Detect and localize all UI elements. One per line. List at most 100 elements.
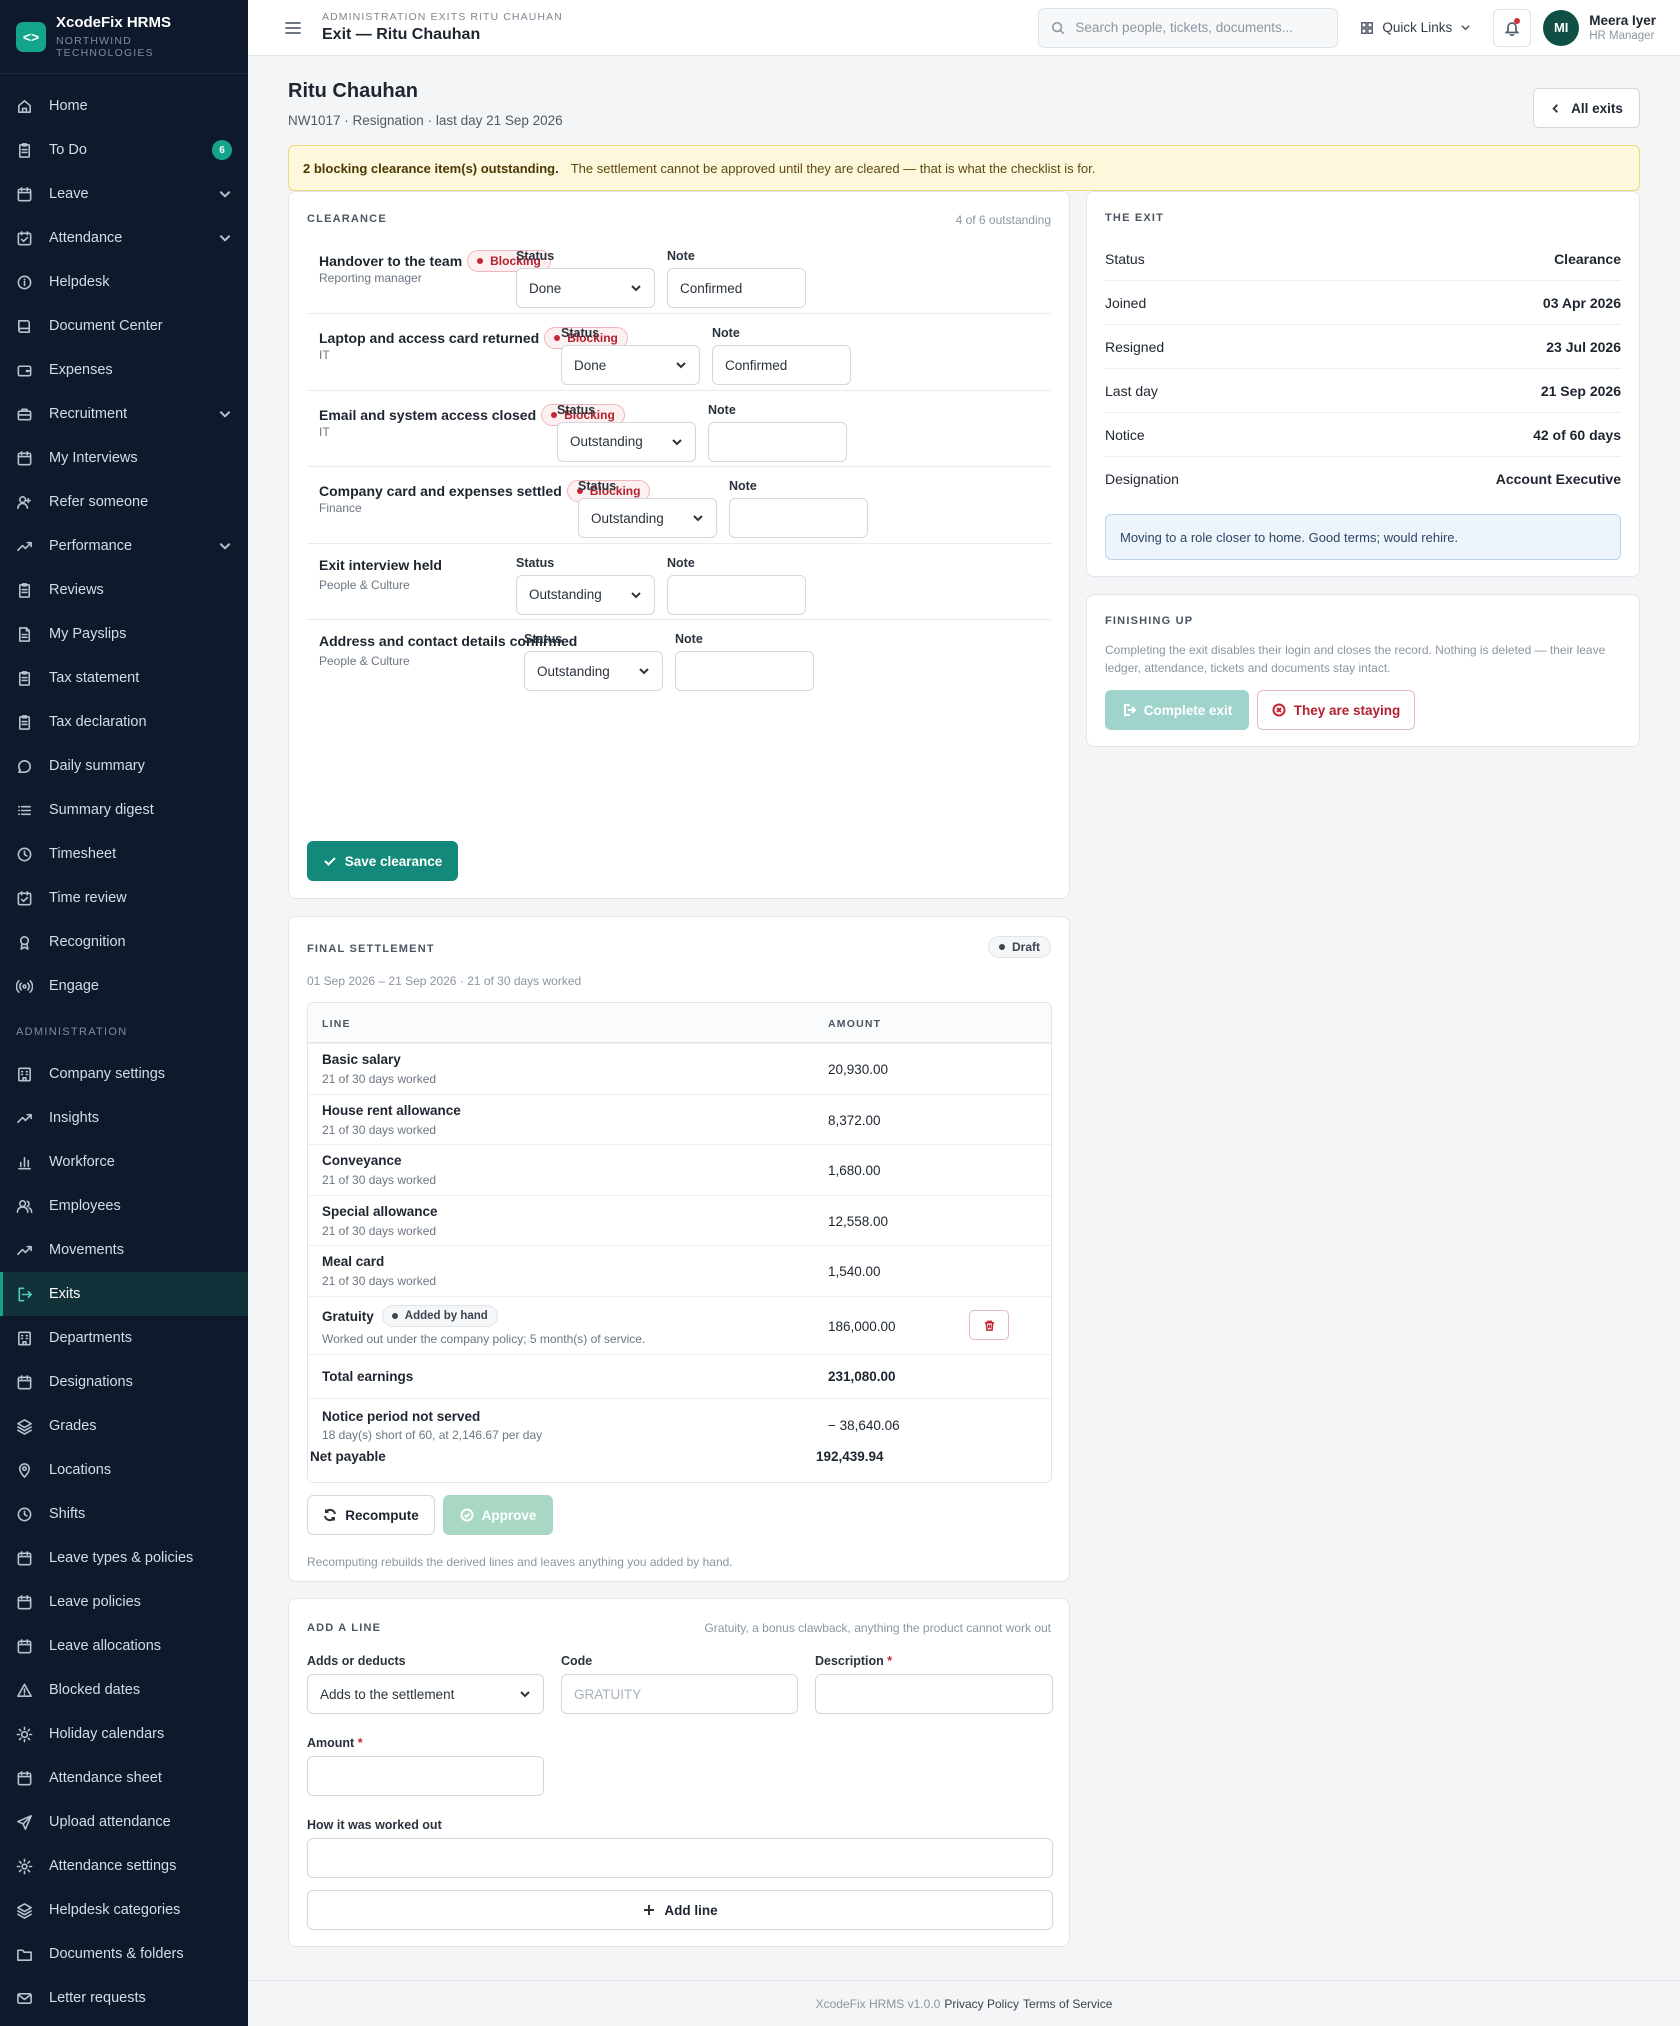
- clearance-item: Address and contact details confirmed Peo…: [307, 619, 1051, 695]
- notifications-button[interactable]: [1493, 8, 1532, 47]
- sidebar-item-label: My Payslips: [49, 626, 127, 642]
- sidebar-item-recognition[interactable]: Recognition: [0, 920, 248, 964]
- add-line-button[interactable]: Add line: [307, 1890, 1053, 1930]
- sidebar-item-locations[interactable]: Locations: [0, 1448, 248, 1492]
- sidebar-item-attendance-sheet[interactable]: Attendance sheet: [0, 1756, 248, 1800]
- recompute-button[interactable]: Recompute: [307, 1495, 435, 1535]
- sidebar-item-upload-attendance[interactable]: Upload attendance: [0, 1800, 248, 1844]
- sidebar-item-documents-folders[interactable]: Documents & folders: [0, 1932, 248, 1976]
- terms-link[interactable]: Terms of Service: [1023, 1997, 1112, 2011]
- sidebar-item-attendance[interactable]: Attendance: [0, 216, 248, 260]
- required-marker: *: [887, 1654, 893, 1668]
- clearance-card: CLEARANCE 4 of 6 outstanding Handover to…: [288, 191, 1070, 899]
- sidebar-item-workforce[interactable]: Workforce: [0, 1140, 248, 1184]
- finishing-title: FINISHING UP: [1105, 615, 1194, 627]
- sidebar-item-helpdesk-categories[interactable]: Helpdesk categories: [0, 1888, 248, 1932]
- code-input[interactable]: GRATUITY: [561, 1674, 798, 1714]
- notice-amount: − 38,640.06: [828, 1418, 900, 1433]
- status-select[interactable]: Done: [516, 268, 655, 308]
- amount-input[interactable]: [307, 1756, 544, 1796]
- user-name: Meera Iyer: [1589, 13, 1656, 28]
- note-value: Confirmed: [680, 280, 743, 296]
- clearance-item-owner: Finance: [319, 501, 362, 516]
- sidebar-item-document-center[interactable]: Document Center: [0, 304, 248, 348]
- exit-info-row: Joined 03 Apr 2026: [1105, 281, 1621, 325]
- sidebar-item-daily-summary[interactable]: Daily summary: [0, 744, 248, 788]
- note-input[interactable]: [708, 421, 847, 462]
- note-input[interactable]: [667, 574, 806, 615]
- worked-out-label: How it was worked out: [307, 1818, 442, 1832]
- sidebar-item-leave[interactable]: Leave: [0, 172, 248, 216]
- all-exits-button[interactable]: All exits: [1533, 88, 1640, 128]
- sidebar-item-letter-requests[interactable]: Letter requests: [0, 1976, 248, 2020]
- sidebar-item-exits[interactable]: Exits: [0, 1272, 248, 1316]
- sidebar-item-leave-policies[interactable]: Leave policies: [0, 1580, 248, 1624]
- delete-line-button[interactable]: [969, 1310, 1009, 1340]
- sidebar-item-holiday-calendars[interactable]: Holiday calendars: [0, 1712, 248, 1756]
- sidebar-item-tax-declaration[interactable]: Tax declaration: [0, 700, 248, 744]
- staying-button[interactable]: They are staying: [1257, 690, 1415, 730]
- sidebar-item-my-interviews[interactable]: My Interviews: [0, 436, 248, 480]
- sidebar-item-helpdesk[interactable]: Helpdesk: [0, 260, 248, 304]
- sidebar-item-departments[interactable]: Departments: [0, 1316, 248, 1360]
- note-input[interactable]: [729, 498, 868, 539]
- status-select[interactable]: Outstanding: [578, 498, 717, 539]
- chevron-down-icon: [676, 362, 686, 369]
- privacy-link[interactable]: Privacy Policy: [944, 1997, 1019, 2011]
- sidebar-item-label: Document Center: [49, 318, 163, 334]
- sidebar-item-refer-someone[interactable]: Refer someone: [0, 480, 248, 524]
- save-clearance-button[interactable]: Save clearance: [307, 841, 458, 881]
- sidebar-item-leave-types-policies[interactable]: Leave types & policies: [0, 1536, 248, 1580]
- approve-button[interactable]: Approve: [443, 1495, 553, 1535]
- blocking-alert: 2 blocking clearance item(s) outstanding…: [288, 145, 1640, 191]
- sidebar-item-company-settings[interactable]: Company settings: [0, 1052, 248, 1096]
- sidebar-item-shifts[interactable]: Shifts: [0, 1492, 248, 1536]
- sidebar-item-home[interactable]: Home: [0, 84, 248, 128]
- sidebar-item-insights[interactable]: Insights: [0, 1096, 248, 1140]
- sidebar-item-timesheet[interactable]: Timesheet: [0, 832, 248, 876]
- sidebar-item-my-payslips[interactable]: My Payslips: [0, 612, 248, 656]
- total-label: Total earnings: [322, 1369, 414, 1384]
- status-select[interactable]: Outstanding: [557, 421, 696, 462]
- users-icon: [16, 1199, 33, 1213]
- sidebar-item-employees[interactable]: Employees: [0, 1184, 248, 1228]
- sidebar-item-label: Timesheet: [49, 846, 117, 862]
- sidebar-item-time-review[interactable]: Time review: [0, 876, 248, 920]
- sidebar-item-label: Letter requests: [49, 1990, 146, 2006]
- sidebar-item-performance[interactable]: Performance: [0, 524, 248, 568]
- sidebar-item-recruitment[interactable]: Recruitment: [0, 392, 248, 436]
- status-select[interactable]: Done: [561, 345, 700, 386]
- refresh-icon: [324, 1508, 337, 1522]
- note-input[interactable]: Confirmed: [667, 268, 806, 308]
- add-line-title: ADD A LINE: [307, 1622, 382, 1634]
- sidebar-item-attendance-settings[interactable]: Attendance settings: [0, 1844, 248, 1888]
- note-input[interactable]: Confirmed: [712, 345, 851, 386]
- sidebar-item-reviews[interactable]: Reviews: [0, 568, 248, 612]
- status-select[interactable]: Outstanding: [524, 651, 663, 691]
- sidebar-item-movements[interactable]: Movements: [0, 1228, 248, 1272]
- sidebar-item-designations[interactable]: Designations: [0, 1360, 248, 1404]
- sidebar-item-blocked-dates[interactable]: Blocked dates: [0, 1668, 248, 1712]
- worked-out-input[interactable]: [307, 1838, 1053, 1878]
- calendar-check-icon: [17, 230, 32, 245]
- sidebar-item-tax-statement[interactable]: Tax statement: [0, 656, 248, 700]
- menu-icon[interactable]: [284, 19, 302, 37]
- avatar[interactable]: MI: [1543, 9, 1580, 46]
- note-input[interactable]: [675, 651, 814, 691]
- status-select[interactable]: Outstanding: [516, 574, 655, 615]
- type-select[interactable]: Adds to the settlement: [307, 1674, 544, 1714]
- sidebar-item-grades[interactable]: Grades: [0, 1404, 248, 1448]
- sidebar-item-expenses[interactable]: Expenses: [0, 348, 248, 392]
- search-input[interactable]: Search people, tickets, documents...: [1038, 7, 1339, 48]
- sidebar-item-leave-allocations[interactable]: Leave allocations: [0, 1624, 248, 1668]
- chevron-down-icon: [219, 411, 231, 418]
- sidebar-item-summary-digest[interactable]: Summary digest: [0, 788, 248, 832]
- sidebar-item-label: Tax statement: [49, 670, 140, 686]
- sidebar-item-engage[interactable]: Engage: [0, 964, 248, 1008]
- building-icon: [18, 1067, 31, 1081]
- sidebar-item-to-do[interactable]: To Do 6: [0, 128, 248, 172]
- quick-links-button[interactable]: Quick Links: [1360, 20, 1471, 35]
- description-input[interactable]: [815, 1674, 1053, 1714]
- complete-exit-button[interactable]: Complete exit: [1105, 690, 1249, 730]
- brand: <> XcodeFix HRMS NORTHWIND TECHNOLOGIES: [0, 0, 248, 74]
